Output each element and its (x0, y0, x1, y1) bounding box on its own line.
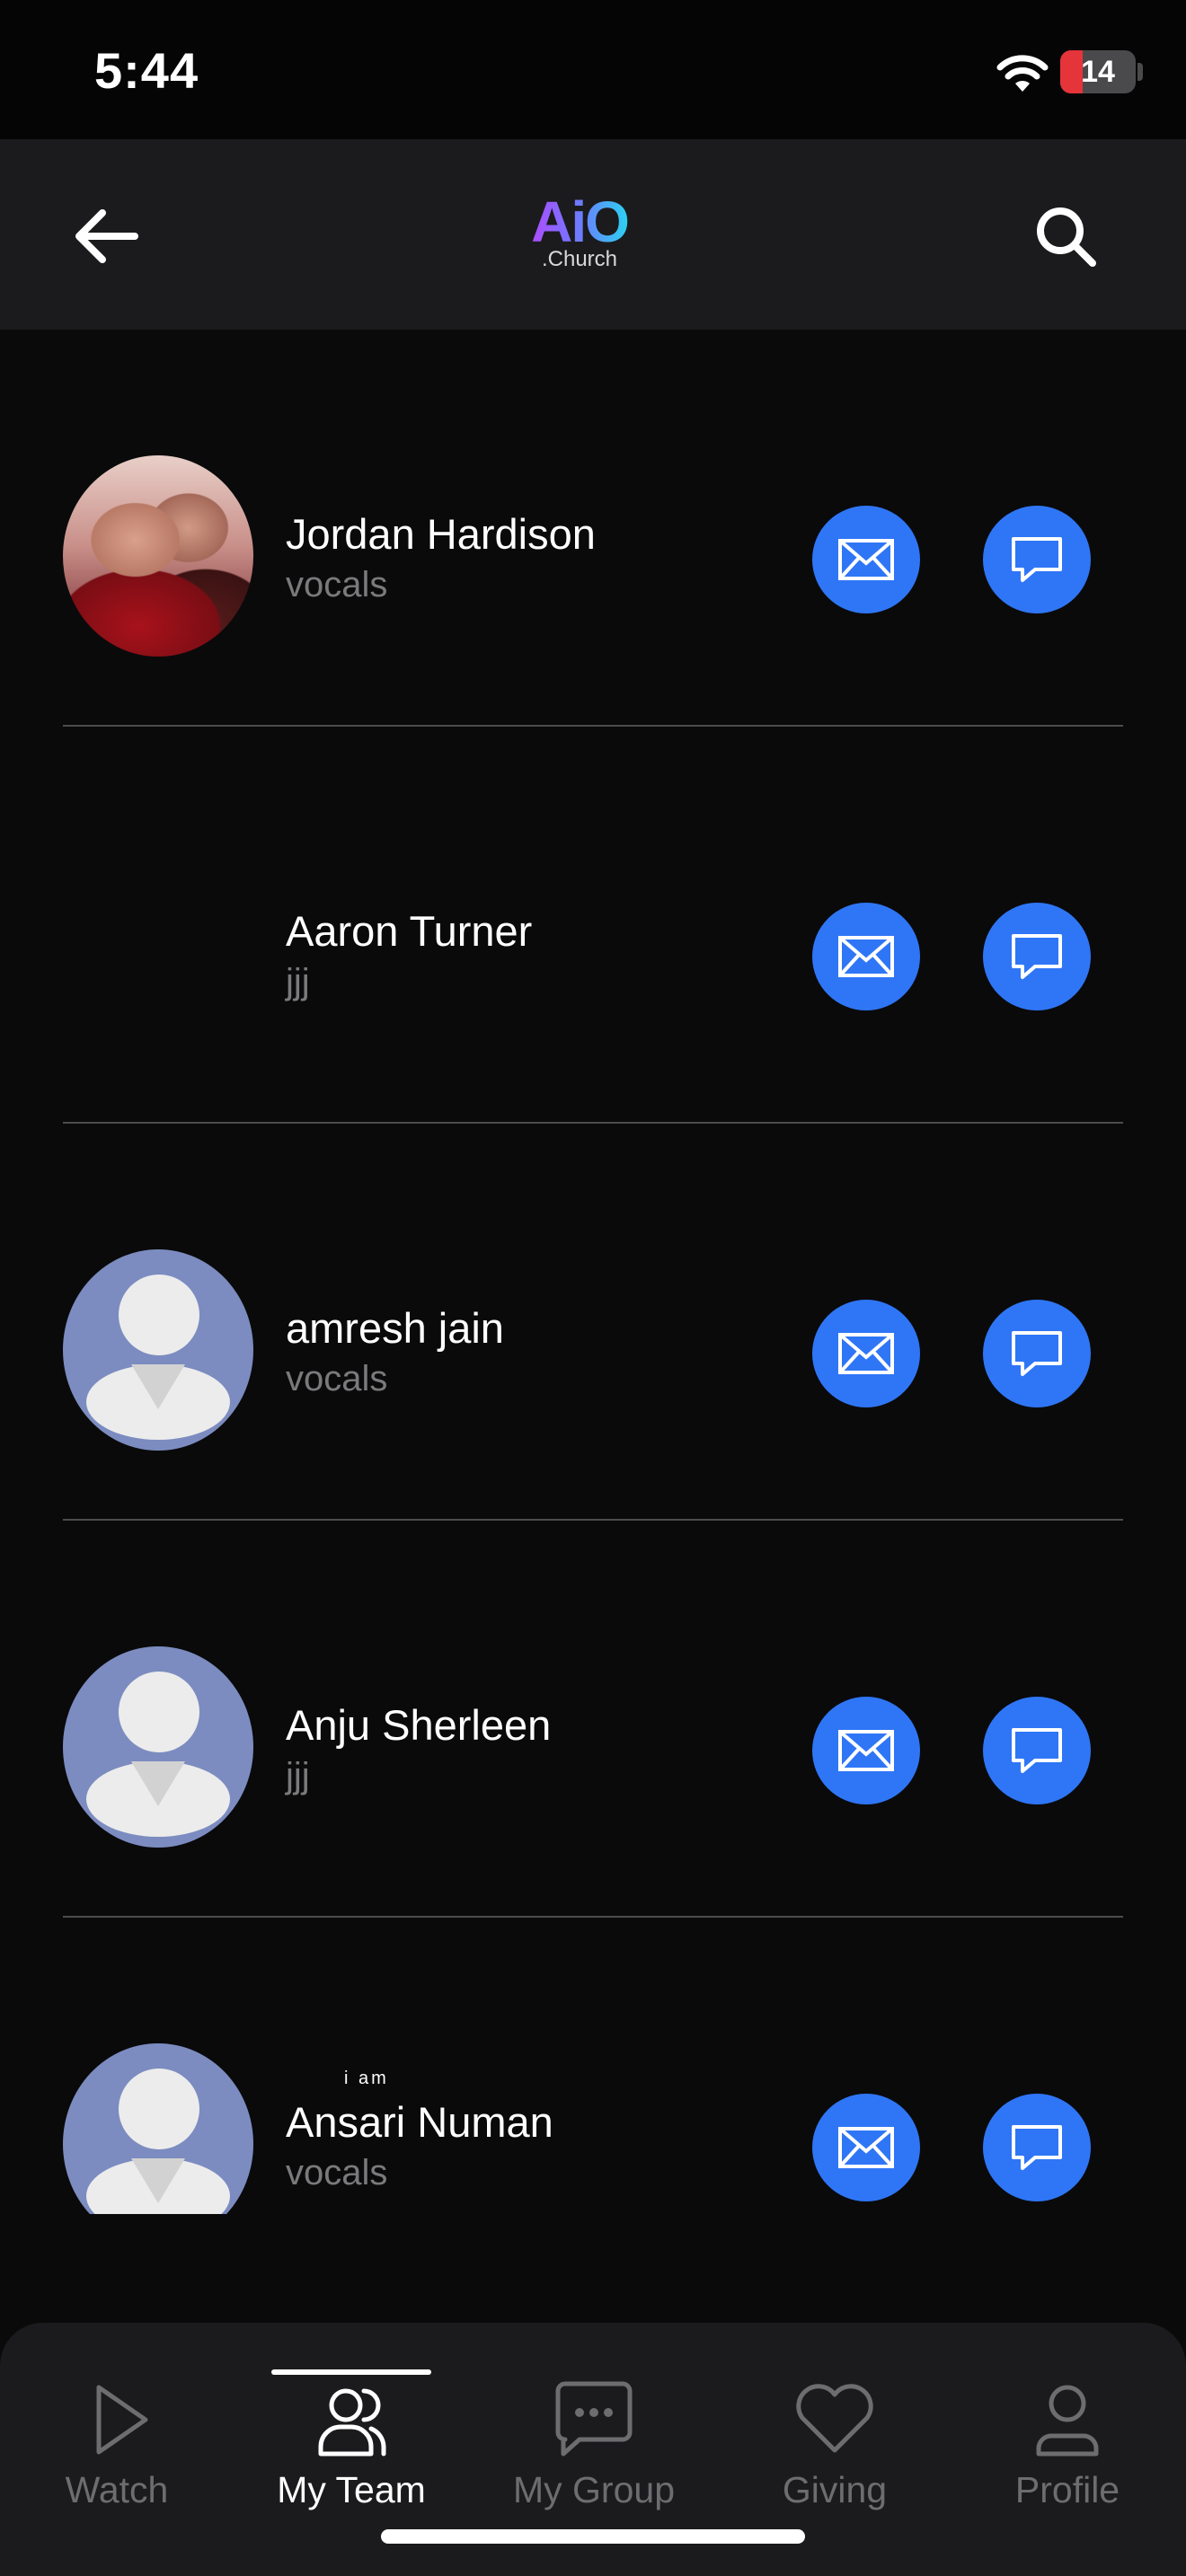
avatar (63, 852, 253, 1054)
tab-label: Profile (1014, 2469, 1120, 2510)
battery-level: 14 (1081, 55, 1115, 89)
tab-giving[interactable]: Giving (745, 2375, 925, 2519)
email-button[interactable] (812, 1697, 920, 1804)
avatar (63, 2043, 253, 2214)
envelope-icon (838, 539, 894, 580)
envelope-icon (838, 2127, 894, 2168)
status-time: 5:44 (94, 42, 199, 99)
tab-label: Giving (782, 2469, 888, 2510)
chat-bubble-icon (1012, 537, 1062, 582)
status-bar: 5:44 14 (0, 0, 1186, 139)
email-button[interactable] (812, 506, 920, 613)
member-name: Anju Sherleen (286, 1701, 552, 1749)
member-role: jjj (286, 1756, 310, 1795)
member-note: i am (344, 2069, 389, 2088)
arrow-left-icon (75, 209, 138, 263)
member-role: vocals (286, 565, 388, 604)
back-button[interactable] (63, 193, 149, 279)
member-role: vocals (286, 2153, 388, 2192)
tab-label: My Group (513, 2469, 675, 2510)
wifi-icon (996, 52, 1049, 93)
team-member-row[interactable]: Aaron Turner jjj (0, 727, 1186, 1124)
battery-charging-icon: 14 (1060, 50, 1136, 93)
message-button[interactable] (983, 903, 1091, 1010)
avatar (63, 455, 253, 657)
team-member-row[interactable]: Anju Sherleen jjj (0, 1521, 1186, 1918)
message-button[interactable] (983, 1300, 1091, 1407)
team-member-list[interactable]: Jordan Hardison vocals Aaron Turner jjj (0, 330, 1186, 2214)
chat-bubble-icon (1012, 2125, 1062, 2170)
tab-my-group[interactable]: My Group (504, 2375, 684, 2519)
chat-bubble-icon (1012, 934, 1062, 979)
team-member-row[interactable]: amresh jain vocals (0, 1124, 1186, 1521)
email-button[interactable] (812, 2094, 920, 2201)
team-member-row[interactable]: i am Ansari Numan vocals (0, 1918, 1186, 2214)
chat-bubble-icon (1012, 1728, 1062, 1773)
search-icon (1037, 207, 1096, 267)
avatar (63, 1249, 253, 1451)
tab-profile[interactable]: Profile (978, 2375, 1157, 2519)
envelope-icon (838, 1333, 894, 1374)
app-logo: AiO .Church (530, 190, 630, 285)
member-name: Jordan Hardison (286, 510, 596, 558)
logo-mark: AiO (531, 190, 630, 254)
chat-bubble-icon (1012, 1331, 1062, 1376)
member-name: amresh jain (286, 1304, 504, 1352)
tab-watch[interactable]: Watch (27, 2375, 207, 2519)
email-button[interactable] (812, 903, 920, 1010)
member-role: vocals (286, 1359, 388, 1398)
avatar (63, 1646, 253, 1848)
member-role: jjj (286, 962, 310, 1001)
message-button[interactable] (983, 1697, 1091, 1804)
team-member-row[interactable]: Jordan Hardison vocals (0, 330, 1186, 727)
logo-subtitle: .Church (541, 247, 618, 271)
search-button[interactable] (1022, 193, 1109, 279)
person-icon (1036, 2385, 1099, 2457)
tab-my-team[interactable]: My Team (261, 2375, 441, 2519)
play-icon (96, 2385, 148, 2455)
envelope-icon (838, 1730, 894, 1771)
battery-cap (1137, 63, 1143, 81)
team-icon (318, 2388, 386, 2457)
app-header: AiO .Church (0, 139, 1186, 330)
tab-label: My Team (277, 2469, 426, 2510)
chat-bubble-icon (555, 2381, 633, 2457)
member-name: Aaron Turner (286, 907, 533, 955)
heart-icon (796, 2384, 873, 2453)
tab-label: Watch (65, 2469, 169, 2510)
message-button[interactable] (983, 2094, 1091, 2201)
envelope-icon (838, 936, 894, 977)
email-button[interactable] (812, 1300, 920, 1407)
message-button[interactable] (983, 506, 1091, 613)
home-indicator[interactable] (381, 2529, 805, 2544)
member-name: Ansari Numan (286, 2098, 553, 2146)
